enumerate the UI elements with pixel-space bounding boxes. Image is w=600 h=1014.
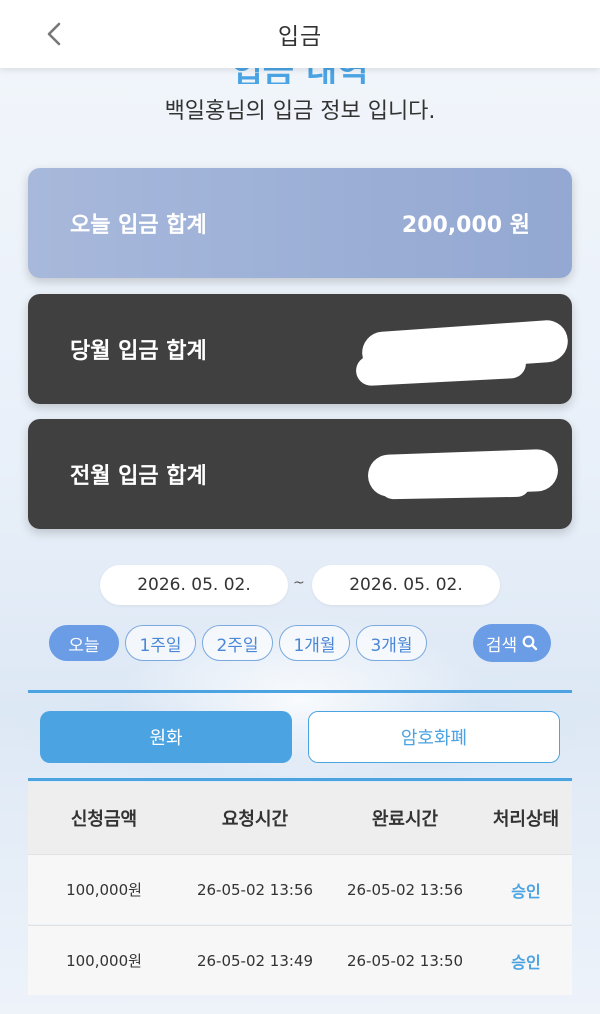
start-date-field[interactable]: 2026. 05. 02. bbox=[100, 565, 288, 605]
table-row: 100,000원 26-05-02 13:56 26-05-02 13:56 승… bbox=[28, 854, 572, 924]
cell-amount: 100,000원 bbox=[66, 881, 142, 899]
app-header: 입금 bbox=[0, 0, 600, 68]
today-total-value: 200,000 원 bbox=[401, 213, 530, 238]
search-icon bbox=[522, 635, 538, 651]
cell-complete-time: 26-05-02 13:50 bbox=[346, 951, 464, 970]
previous-month-total-label: 전월 입금 합계 bbox=[70, 464, 207, 489]
date-range-separator: ~ bbox=[293, 575, 305, 591]
header-title: 입금 bbox=[277, 24, 323, 50]
column-header-amount: 신청금액 bbox=[70, 809, 138, 830]
filter-3months[interactable]: 3개월 bbox=[356, 625, 427, 661]
month-total-label: 당월 입금 합계 bbox=[70, 339, 207, 364]
cell-complete-time: 26-05-02 13:56 bbox=[346, 880, 464, 899]
column-header-request-time: 요청시간 bbox=[221, 809, 289, 830]
redaction-mark bbox=[379, 470, 531, 500]
section-divider bbox=[28, 690, 572, 693]
search-button-label: 검색 bbox=[485, 635, 518, 656]
end-date-field[interactable]: 2026. 05. 02. bbox=[312, 565, 500, 605]
today-total-label: 오늘 입금 합계 bbox=[70, 213, 207, 238]
filter-1week[interactable]: 1주일 bbox=[125, 625, 196, 661]
tab-crypto[interactable]: 암호화폐 bbox=[308, 711, 560, 763]
table-row: 100,000원 26-05-02 13:49 26-05-02 13:50 승… bbox=[28, 925, 572, 995]
filter-today[interactable]: 오늘 bbox=[49, 625, 119, 661]
tab-krw[interactable]: 원화 bbox=[40, 711, 292, 763]
cell-amount: 100,000원 bbox=[66, 952, 142, 970]
cell-status: 승인 bbox=[511, 881, 541, 901]
cell-request-time: 26-05-02 13:49 bbox=[196, 951, 314, 970]
search-button[interactable]: 검색 bbox=[473, 624, 551, 662]
page-subtitle: 백일홍님의 입금 정보 입니다. bbox=[164, 99, 436, 124]
cell-status: 승인 bbox=[511, 952, 541, 972]
table-divider bbox=[28, 778, 572, 781]
today-total-card: 오늘 입금 합계 200,000 원 bbox=[28, 168, 572, 278]
filter-2weeks[interactable]: 2주일 bbox=[202, 625, 273, 661]
column-header-status: 처리상태 bbox=[492, 809, 560, 830]
column-header-complete-time: 완료시간 bbox=[371, 809, 439, 830]
cell-request-time: 26-05-02 13:56 bbox=[196, 880, 314, 899]
filter-1month[interactable]: 1개월 bbox=[279, 625, 350, 661]
table-header: 신청금액 요청시간 완료시간 처리상태 bbox=[28, 782, 572, 854]
